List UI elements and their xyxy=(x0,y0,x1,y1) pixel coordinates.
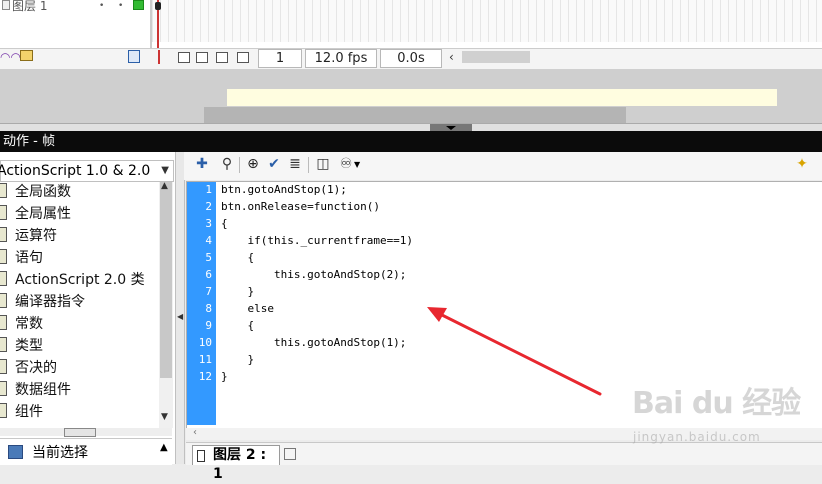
frame-script-icon xyxy=(197,450,205,462)
script-tab-bar xyxy=(186,442,822,465)
watermark-logo: Bai du 经验 xyxy=(632,386,801,421)
pin-script-icon[interactable] xyxy=(284,448,296,460)
watermark-url: jingyan.baidu.com xyxy=(633,430,761,444)
scroll-left-icon[interactable]: ‹ xyxy=(193,427,197,438)
tab-layer2-frame1[interactable]: 图层 2 : 1 xyxy=(192,445,280,482)
tab-label: 图层 2 : 1 xyxy=(213,447,267,482)
